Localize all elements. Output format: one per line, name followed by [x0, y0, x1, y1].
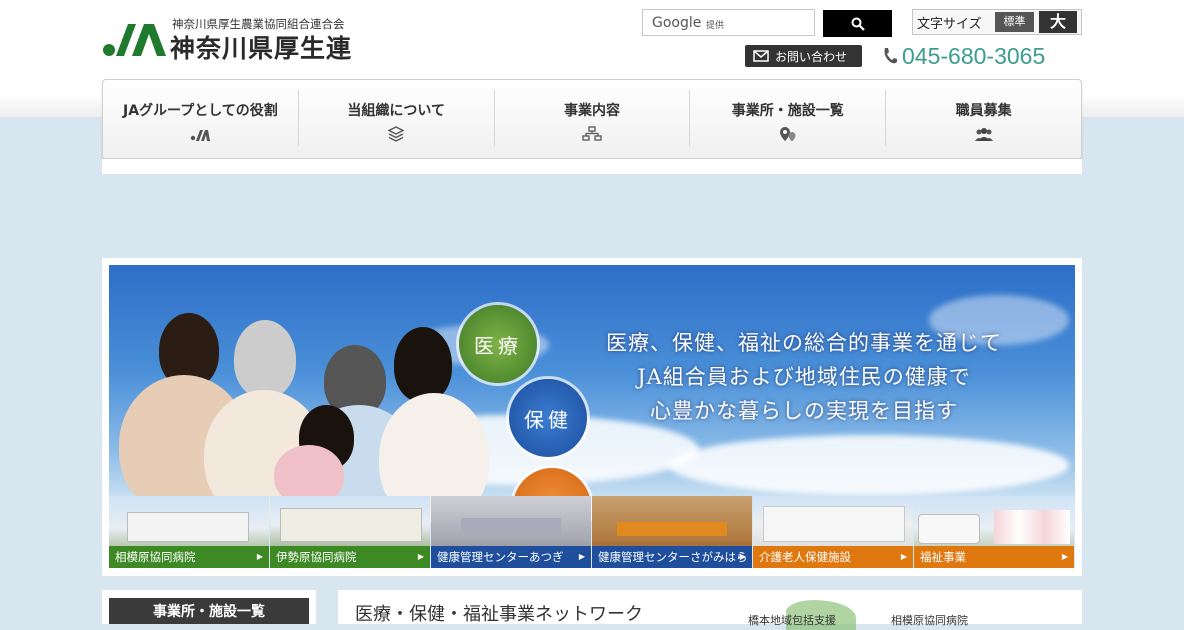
- nav-item-recruit[interactable]: 職員募集: [886, 90, 1081, 146]
- font-size-large-button[interactable]: 大: [1039, 11, 1077, 33]
- nav-item-label: JAグループとしての役割: [123, 103, 278, 119]
- thumb-elderly-care[interactable]: 介護老人保健施設 ▶: [753, 496, 913, 568]
- thumb-sagamihara-hospital[interactable]: 相模原協同病院 ▶: [109, 496, 269, 568]
- person-head: [394, 327, 452, 402]
- ja-logo-icon: [103, 24, 166, 56]
- font-size-standard-button[interactable]: 標準: [995, 12, 1034, 32]
- nav-underbar: [102, 159, 1082, 174]
- thumb-welfare[interactable]: 福祉事業 ▶: [914, 496, 1074, 568]
- medical-badge: 医療: [459, 305, 537, 383]
- contact-label: お問い合わせ: [775, 49, 848, 64]
- font-size-control: 文字サイズ 標準 大: [912, 9, 1082, 35]
- nav-item-label: 事業内容: [563, 103, 620, 119]
- arrow-right-icon: ▶: [417, 552, 424, 561]
- thumb-label: 福祉事業: [920, 550, 966, 564]
- tagline-line: JA組合員および地域住民の健康で: [637, 365, 971, 389]
- map-label[interactable]: 相模原協同病院: [891, 612, 968, 628]
- sidebar-title[interactable]: 事業所・施設一覧: [109, 598, 309, 624]
- nav-item-business[interactable]: 事業内容: [495, 90, 691, 146]
- mail-icon: [753, 50, 769, 62]
- thumb-bar: 健康管理センターさがみはら ▶: [592, 546, 752, 568]
- thumb-label: 介護老人保健施設: [759, 550, 851, 564]
- thumb-sagamihara-center[interactable]: 健康管理センターさがみはら ▶: [592, 496, 752, 568]
- hero-frame: 医療 保健 医療、保健、福祉の総合的事業を通じて JA組合員および地域住民の健康…: [102, 258, 1082, 576]
- arrow-right-icon: ▶: [256, 552, 263, 561]
- building-image: [280, 508, 422, 542]
- contact-button[interactable]: お問い合わせ: [745, 45, 862, 67]
- nav-item-label: 職員募集: [955, 103, 1012, 119]
- search-brand: Google: [652, 15, 702, 31]
- phone-icon: [884, 48, 897, 64]
- arrow-right-icon: ▶: [578, 552, 585, 561]
- thumb-label: 相模原協同病院: [115, 550, 196, 564]
- nav-item-about[interactable]: 当組織について: [299, 90, 495, 146]
- layers-icon: [387, 126, 405, 142]
- map-label[interactable]: 橋本地域包括支援: [748, 612, 836, 628]
- tagline-line: 医療、保健、福祉の総合的事業を通じて: [606, 331, 1002, 355]
- map-pin-icon: [779, 127, 796, 142]
- main-panel: 医療・保健・福祉事業ネットワーク 橋本地域包括支援 相模原協同病院: [338, 590, 1082, 630]
- arrow-right-icon: ▶: [1061, 552, 1068, 561]
- thumb-bar: 健康管理センターあつぎ ▶: [431, 546, 591, 568]
- thumb-label: 健康管理センターあつぎ: [437, 550, 564, 564]
- arrow-right-icon: ▶: [739, 552, 746, 561]
- search-provided: 提供: [706, 21, 725, 31]
- thumb-atsugi-center[interactable]: 健康管理センターあつぎ ▶: [431, 496, 591, 568]
- search-input[interactable]: Google 提供: [642, 9, 815, 36]
- nav-item-facilities[interactable]: 事業所・施設一覧: [690, 90, 887, 146]
- network-title: 医療・保健・福祉事業ネットワーク: [355, 604, 643, 625]
- nav-item-label: 当組織について: [347, 103, 445, 119]
- ja-logo-icon: [191, 130, 211, 141]
- staff-image: [994, 510, 1070, 544]
- site-logo[interactable]: 神奈川県厚生農業協同組合連合会 神奈川県厚生連: [102, 14, 372, 63]
- people-icon: [974, 128, 993, 141]
- font-size-label: 文字サイズ: [917, 17, 982, 32]
- van-image: [918, 514, 980, 544]
- tagline-line: 心豊かな暮らしの実現を目指す: [650, 399, 958, 423]
- phone-number: 045-680-3065: [882, 41, 1045, 71]
- search-button[interactable]: [823, 10, 892, 37]
- sidebar: 事業所・施設一覧: [102, 590, 316, 624]
- nav-item-label: 事業所・施設一覧: [731, 103, 844, 119]
- thumb-bar: 相模原協同病院 ▶: [109, 546, 269, 568]
- arrow-right-icon: ▶: [900, 552, 907, 561]
- thumb-label: 伊勢原協同病院: [276, 550, 357, 564]
- thumb-label: 健康管理センターさがみはら: [598, 550, 748, 564]
- family-photo: [109, 305, 489, 525]
- phone-text: 045-680-3065: [902, 42, 1046, 69]
- interior-image: [461, 518, 561, 534]
- main-nav: JAグループとしての役割 当組織について 事業内容 事業所・施設一覧 職員募集: [102, 79, 1082, 159]
- search-icon: [851, 17, 865, 31]
- org-name: 神奈川県厚生連: [170, 34, 353, 63]
- cloud-shape: [669, 435, 1069, 495]
- org-chart-icon: [582, 126, 602, 141]
- building-image: [763, 506, 905, 542]
- building-image: [127, 512, 249, 542]
- interior-image: [617, 522, 727, 536]
- thumb-isehara-hospital[interactable]: 伊勢原協同病院 ▶: [270, 496, 430, 568]
- thumb-bar: 伊勢原協同病院 ▶: [270, 546, 430, 568]
- thumb-bar: 福祉事業 ▶: [914, 546, 1074, 568]
- person-head: [234, 320, 296, 398]
- thumb-bar: 介護老人保健施設 ▶: [753, 546, 913, 568]
- nav-item-ja-role[interactable]: JAグループとしての役割: [103, 90, 299, 146]
- hero-banner: 医療 保健 医療、保健、福祉の総合的事業を通じて JA組合員および地域住民の健康…: [109, 265, 1075, 568]
